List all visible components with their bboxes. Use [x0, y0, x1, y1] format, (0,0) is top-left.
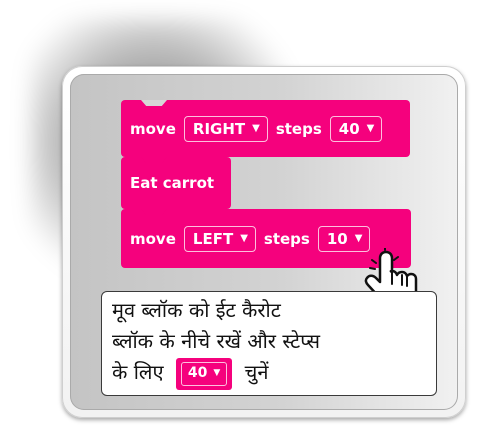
steps-dropdown[interactable]: 40 ▼ — [329, 115, 383, 142]
steps-label: steps — [275, 119, 322, 138]
instruction-line-3: के लिए 40 ▼ चुनें — [112, 357, 426, 390]
direction-value: LEFT — [192, 229, 234, 248]
chevron-down-icon: ▼ — [366, 123, 375, 134]
steps-value: 40 — [338, 119, 360, 138]
stage: move RIGHT ▼ steps 40 ▼ Eat carrot move … — [0, 0, 480, 434]
direction-dropdown[interactable]: LEFT ▼ — [183, 225, 256, 252]
steps-label: steps — [263, 229, 310, 248]
block-notch — [141, 100, 167, 106]
move-label: move — [130, 229, 176, 248]
direction-value: RIGHT — [192, 119, 246, 138]
move-label: move — [130, 119, 176, 138]
inline-steps-dropdown-example: 40 ▼ — [175, 357, 233, 390]
steps-value: 10 — [326, 229, 348, 248]
instruction-line-3-before: के लिए — [112, 360, 164, 384]
inline-dropdown-inner: 40 ▼ — [180, 361, 228, 386]
chevron-down-icon: ▼ — [240, 233, 248, 244]
instruction-line-3-after: चुनें — [244, 360, 269, 384]
chevron-down-icon: ▼ — [354, 233, 363, 244]
chevron-down-icon: ▼ — [213, 368, 221, 378]
instruction-line-2: ब्लॉक के नीचे रखें और स्टेप्स — [112, 329, 321, 353]
inline-dropdown-value: 40 — [187, 365, 208, 381]
eat-carrot-block[interactable]: Eat carrot — [121, 157, 231, 215]
chevron-down-icon: ▼ — [252, 123, 260, 134]
direction-dropdown[interactable]: RIGHT ▼ — [183, 115, 268, 142]
eat-carrot-label: Eat carrot — [130, 174, 215, 192]
instruction-line-1: मूव ब्लॉक को ईट कैरोट — [112, 298, 281, 322]
move-block-right[interactable]: move RIGHT ▼ steps 40 ▼ — [121, 100, 410, 163]
instruction-box: मूव ब्लॉक को ईट कैरोट ब्लॉक के नीचे रखें… — [101, 291, 437, 396]
